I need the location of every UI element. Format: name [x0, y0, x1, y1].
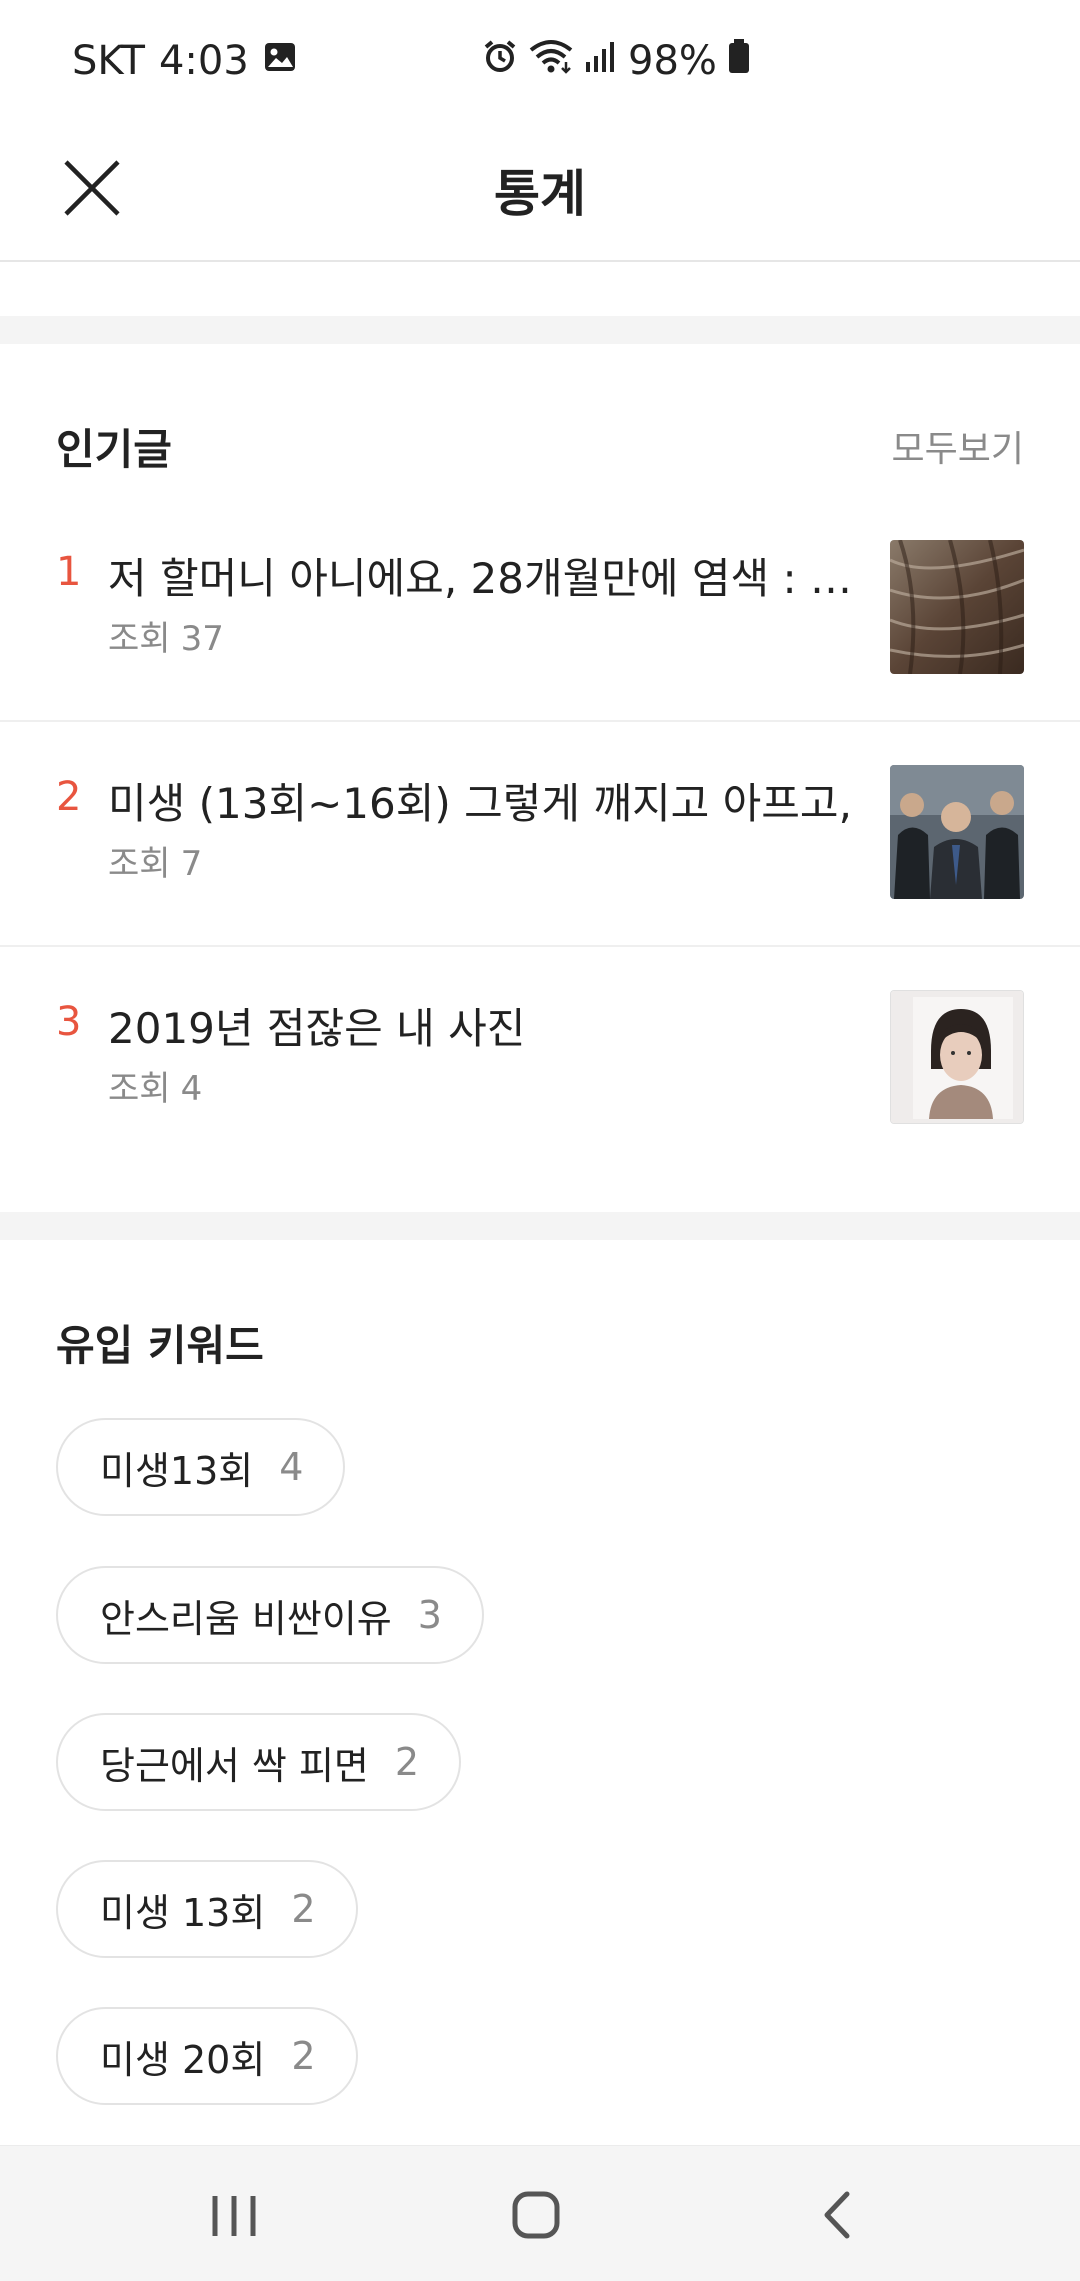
status-bar: SKT 4:03 98% — [0, 0, 1080, 128]
see-all-link[interactable]: 모두보기 — [892, 420, 1024, 472]
post-thumbnail — [890, 990, 1024, 1124]
page-title: 통계 — [494, 165, 586, 223]
popular-post-item[interactable]: 3 2019년 점잖은 내 사진 조회 4 — [0, 945, 1080, 1170]
alarm-icon — [482, 38, 518, 84]
back-icon — [824, 2191, 850, 2239]
post-rank: 2 — [56, 774, 82, 820]
keyword-count: 4 — [279, 1445, 304, 1489]
post-thumbnail — [890, 540, 1024, 674]
home-icon — [512, 2191, 560, 2239]
post-views: 조회 4 — [108, 1061, 202, 1110]
status-right: 98% — [482, 38, 751, 84]
keyword-text: 미생 13회 — [100, 1890, 266, 1935]
keyword-text: 미생13회 — [100, 1448, 254, 1493]
post-rank: 3 — [56, 999, 82, 1045]
system-nav-bar — [0, 2145, 1080, 2281]
keyword-text: 미생 20회 — [100, 2037, 266, 2082]
keyword-chip[interactable]: 당근에서 싹 피면 2 — [56, 1713, 462, 1811]
views-count: 37 — [180, 619, 224, 659]
back-button[interactable] — [803, 2180, 873, 2250]
views-count: 4 — [180, 1069, 203, 1109]
post-views: 조회 37 — [108, 611, 224, 660]
clock: 4:03 — [158, 38, 249, 84]
views-label: 조회 — [108, 844, 171, 884]
keyword-chip[interactable]: 미생 20회 2 — [56, 2007, 358, 2105]
popular-post-item[interactable]: 1 저 할머니 아니에요, 28개월만에 염색 : … 조회 37 — [0, 495, 1080, 720]
home-button[interactable] — [501, 2180, 571, 2250]
recent-apps-button[interactable] — [199, 2180, 269, 2250]
keyword-count: 2 — [291, 2034, 316, 2078]
carrier-label: SKT — [72, 38, 145, 84]
views-label: 조회 — [108, 619, 171, 659]
keyword-text: 당근에서 싹 피면 — [100, 1743, 369, 1788]
battery-level: 98% — [628, 38, 717, 84]
close-button[interactable] — [58, 154, 138, 234]
close-icon — [64, 160, 120, 216]
keyword-count: 3 — [417, 1593, 442, 1637]
popular-post-item[interactable]: 2 미생 (13회~16회) 그렇게 깨지고 아프고, … 조회 7 — [0, 720, 1080, 945]
wifi-icon — [528, 38, 574, 84]
post-rank: 1 — [56, 549, 82, 595]
popular-posts-title: 인기글 — [56, 425, 172, 474]
section-separator — [0, 1212, 1080, 1240]
post-views: 조회 7 — [108, 836, 202, 885]
inflow-keywords-title: 유입 키워드 — [56, 1321, 264, 1370]
post-title: 미생 (13회~16회) 그렇게 깨지고 아프고, … — [108, 779, 848, 828]
app-header: 통계 — [0, 128, 1080, 262]
battery-icon — [727, 38, 751, 84]
section-separator — [0, 316, 1080, 344]
post-title: 2019년 점잖은 내 사진 — [108, 1004, 526, 1053]
keyword-chip[interactable]: 미생13회 4 — [56, 1418, 346, 1516]
views-label: 조회 — [108, 1069, 171, 1109]
keyword-count: 2 — [394, 1740, 420, 1784]
keyword-chip[interactable]: 미생 13회 2 — [56, 1860, 358, 1958]
post-thumbnail — [890, 765, 1024, 899]
recent-apps-icon — [212, 2196, 256, 2236]
keyword-chip[interactable]: 안스리움 비싼이유 3 — [56, 1566, 484, 1664]
status-left: SKT 4:03 — [72, 38, 297, 84]
signal-icon — [584, 38, 618, 84]
keyword-count: 2 — [291, 1887, 316, 1931]
post-title: 저 할머니 아니에요, 28개월만에 염색 : … — [108, 554, 848, 603]
keyword-text: 안스리움 비싼이유 — [100, 1596, 392, 1641]
views-count: 7 — [180, 844, 203, 884]
gallery-notification-icon — [263, 38, 297, 84]
